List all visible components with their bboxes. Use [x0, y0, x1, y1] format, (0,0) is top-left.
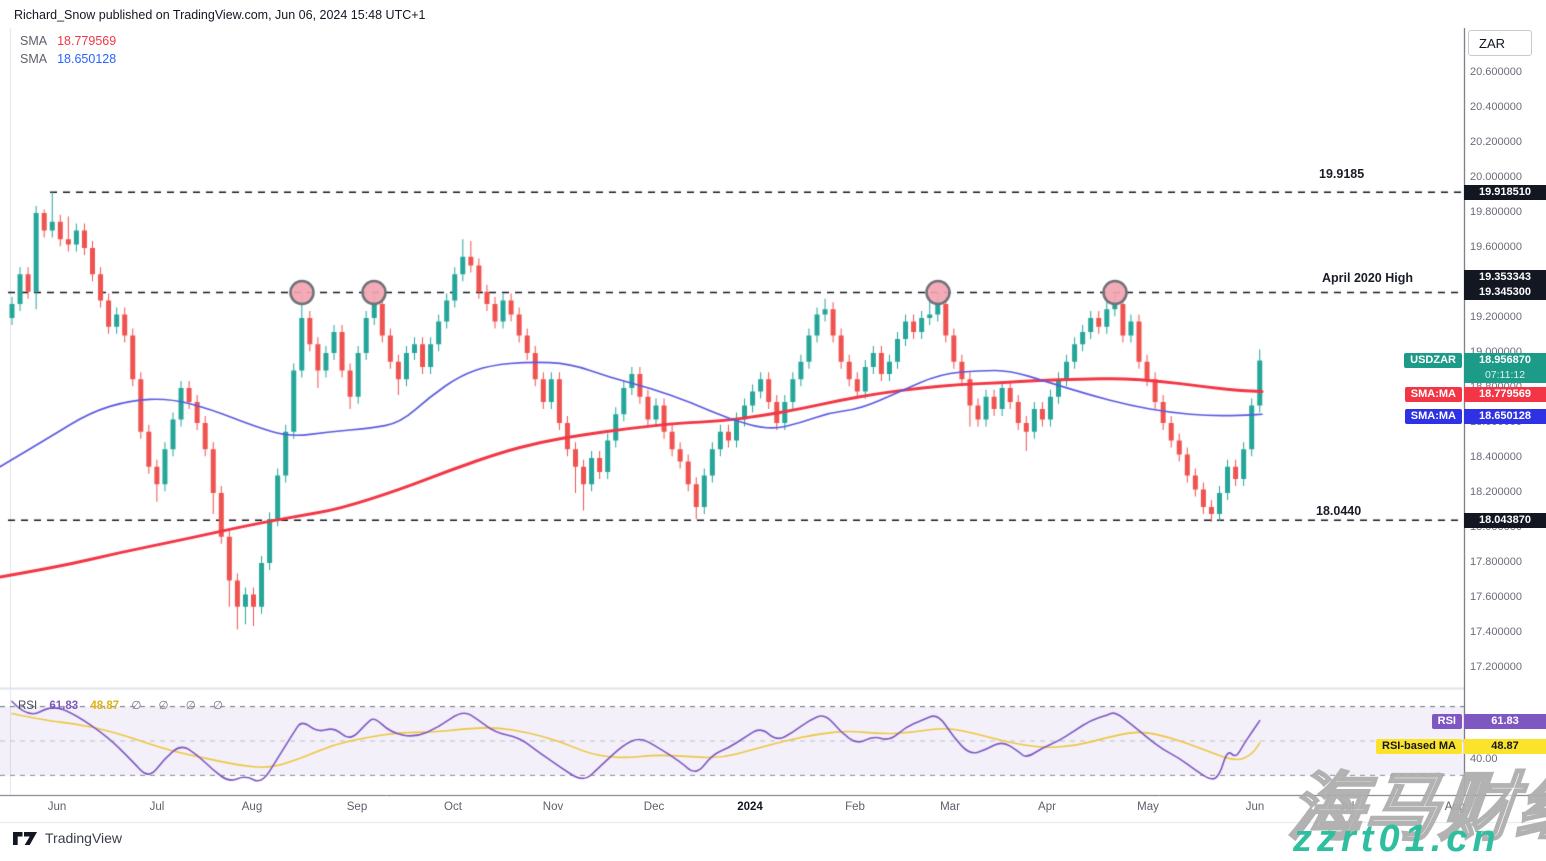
- time-tick-label[interactable]: Dec: [644, 801, 664, 813]
- last-price-value: 18.956870: [1464, 353, 1546, 368]
- tradingview-brand-text: TradingView: [45, 830, 122, 846]
- sma-red-axis-label: 18.779569: [1464, 387, 1546, 402]
- symbol-tag: USDZAR: [1404, 353, 1462, 368]
- level-axis-label: 19.345300: [1464, 285, 1546, 300]
- price-tick-label: 18.400000: [1470, 451, 1544, 463]
- rsi-legend[interactable]: RSI 61.83 48.87 ∅ ∅ ∅ ∅: [18, 698, 239, 712]
- time-tick-label[interactable]: May: [1137, 801, 1159, 813]
- bar-countdown: 07:11:12: [1464, 368, 1546, 382]
- price-tick-label: 17.800000: [1470, 556, 1544, 568]
- price-tick-label: 17.400000: [1470, 626, 1544, 638]
- tradingview-logo-icon: [13, 831, 38, 846]
- sma-legend-value: 18.650128: [57, 52, 116, 66]
- sma-red-tag: SMA:MA: [1405, 387, 1462, 402]
- tradingview-published-chart: { "header": { "published": "Richard_Snow…: [0, 0, 1546, 857]
- price-tick-label: 17.200000: [1470, 661, 1544, 673]
- price-tick-label: 20.200000: [1470, 136, 1544, 148]
- level-annotation-april-2020-high[interactable]: April 2020 High: [1322, 271, 1413, 285]
- last-price-axis-label: 18.956870 07:11:12: [1464, 353, 1546, 383]
- time-tick-label[interactable]: Feb: [845, 801, 865, 813]
- level-axis-label: 19.353343: [1464, 270, 1546, 285]
- price-tick-label: 19.800000: [1470, 206, 1544, 218]
- time-tick-label[interactable]: Mar: [940, 801, 960, 813]
- price-tick-label: 20.400000: [1470, 101, 1544, 113]
- level-axis-label: 18.043870: [1464, 513, 1546, 528]
- level-axis-label: 19.918510: [1464, 185, 1546, 200]
- time-tick-label[interactable]: Jun: [1246, 801, 1265, 813]
- rsi-legend-empty-values: ∅ ∅ ∅ ∅: [131, 700, 230, 712]
- price-tick-label: 20.000000: [1470, 171, 1544, 183]
- rsi-tag: RSI: [1432, 714, 1462, 729]
- time-tick-label[interactable]: 2024: [737, 801, 763, 813]
- tradingview-brand[interactable]: TradingView: [13, 830, 122, 846]
- time-tick-label[interactable]: Oct: [444, 801, 462, 813]
- published-byline: Richard_Snow published on TradingView.co…: [14, 8, 426, 22]
- watermark-url-text: zzrt01.cn: [1293, 818, 1501, 861]
- price-tick-label: 20.600000: [1470, 66, 1544, 78]
- sma-blue-tag: SMA:MA: [1405, 409, 1462, 424]
- price-tick-label: 19.600000: [1470, 241, 1544, 253]
- currency-axis-button[interactable]: ZAR: [1468, 30, 1532, 56]
- rsi-legend-value: 61.83: [49, 700, 78, 712]
- price-tick-label: 17.600000: [1470, 591, 1544, 603]
- sma-legend-row-1[interactable]: SMA 18.779569: [20, 34, 116, 48]
- time-tick-label[interactable]: Nov: [543, 801, 563, 813]
- sma-blue-axis-label: 18.650128: [1464, 409, 1546, 424]
- time-tick-label[interactable]: Aug: [242, 801, 262, 813]
- price-chart-canvas[interactable]: [0, 0, 1546, 857]
- time-tick-label[interactable]: Sep: [347, 801, 367, 813]
- time-tick-label[interactable]: Apr: [1038, 801, 1056, 813]
- sma-legend-label: SMA: [20, 52, 47, 66]
- price-tick-label: 19.200000: [1470, 311, 1544, 323]
- price-tick-label: 18.200000: [1470, 486, 1544, 498]
- time-tick-label[interactable]: Jul: [150, 801, 165, 813]
- sma-legend-row-2[interactable]: SMA 18.650128: [20, 52, 116, 66]
- rsi-axis-label: 61.83: [1464, 714, 1546, 729]
- sma-legend-label: SMA: [20, 34, 47, 48]
- rsi-legend-label: RSI: [18, 700, 37, 712]
- level-annotation-18-0440[interactable]: 18.0440: [1316, 504, 1361, 518]
- sma-legend-value: 18.779569: [57, 34, 116, 48]
- time-tick-label[interactable]: Jun: [48, 801, 67, 813]
- level-annotation-19-9185[interactable]: 19.9185: [1319, 167, 1364, 181]
- rsi-ma-legend-value: 48.87: [90, 700, 119, 712]
